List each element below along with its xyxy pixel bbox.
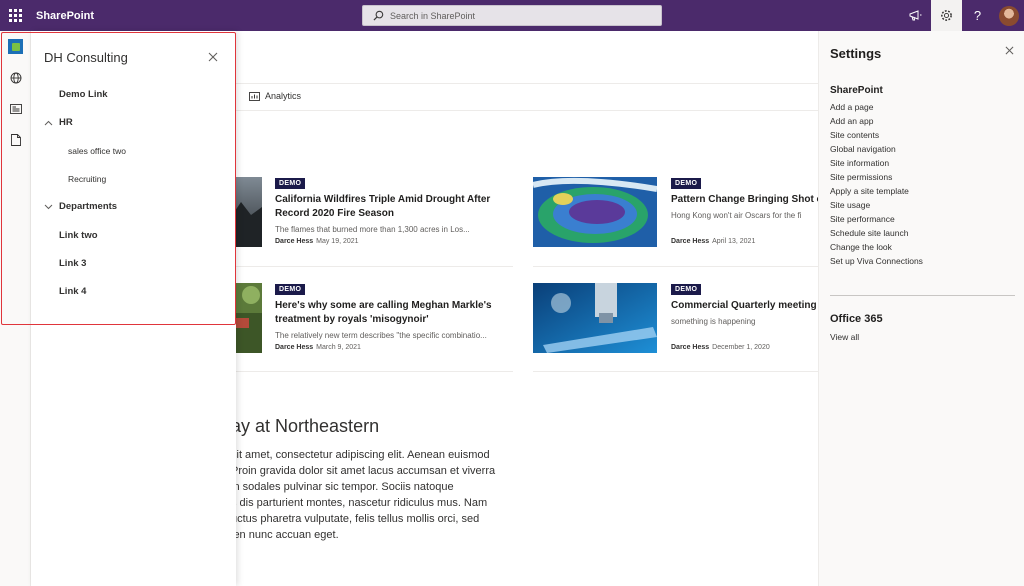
news-author[interactable]: Darce Hess — [671, 344, 709, 351]
settings-link-site-usage[interactable]: Site usage — [830, 200, 870, 210]
settings-link-site-information[interactable]: Site information — [830, 158, 889, 168]
news-badge: DEMO — [671, 284, 702, 295]
waffle-icon[interactable] — [0, 0, 31, 31]
nav-item-hr[interactable]: HR — [59, 117, 73, 128]
analytics-label: Analytics — [265, 91, 302, 101]
help-icon[interactable]: ? — [962, 0, 993, 31]
news-thumbnail — [533, 283, 657, 353]
news-thumbnail — [533, 177, 657, 247]
news-date: March 9, 2021 — [316, 344, 361, 351]
news-title[interactable]: Here's why some are calling Meghan Markl… — [275, 299, 505, 327]
settings-link-site-performance[interactable]: Site performance — [830, 214, 895, 224]
settings-link-site-permissions[interactable]: Site permissions — [830, 172, 892, 182]
news-description: The relatively new term describes "the s… — [275, 331, 487, 340]
news-author[interactable]: Darce Hess — [275, 344, 313, 351]
globe-icon — [10, 72, 21, 83]
body-line: Proin gravida dolor sit amet lacus accum… — [231, 465, 496, 477]
chevron-up-icon[interactable] — [44, 120, 53, 126]
settings-link-viva-connections[interactable]: Set up Viva Connections — [830, 256, 923, 266]
news-badge: DEMO — [275, 178, 306, 189]
nav-item-sales-office-two[interactable]: sales office two — [68, 146, 126, 156]
settings-title: Settings — [830, 46, 882, 61]
nav-panel-title: DH Consulting — [44, 50, 128, 65]
suite-bar: SharePoint Search in SharePoint ? — [0, 0, 1024, 31]
site-logo-icon — [8, 39, 23, 54]
news-author[interactable]: Darce Hess — [275, 238, 313, 245]
news-divider — [231, 371, 513, 372]
news-description: something is happening — [671, 317, 756, 326]
gear-icon[interactable] — [931, 0, 962, 31]
nav-item-link-3[interactable]: Link 3 — [59, 258, 86, 269]
chevron-down-icon[interactable] — [44, 204, 53, 210]
settings-panel: Settings SharePoint Add a page Add an ap… — [818, 31, 1024, 586]
megaphone-icon[interactable] — [900, 0, 931, 31]
avatar-button[interactable] — [993, 0, 1024, 31]
news-item[interactable]: DEMO Pattern Change Bringing Shot o Hong… — [533, 177, 819, 249]
news-date: December 1, 2020 — [712, 344, 770, 351]
app-rail — [0, 31, 31, 586]
news-badge: DEMO — [275, 284, 306, 295]
nav-item-departments[interactable]: Departments — [59, 201, 117, 212]
news-date: April 13, 2021 — [712, 238, 756, 245]
news-badge: DEMO — [671, 178, 702, 189]
news-description: The flames that burned more than 1,300 a… — [275, 225, 470, 234]
settings-link-add-app[interactable]: Add an app — [830, 116, 873, 126]
nav-item-demo-link[interactable]: Demo Link — [59, 89, 108, 100]
avatar — [998, 5, 1019, 26]
news-icon — [9, 103, 22, 114]
search-input[interactable]: Search in SharePoint — [362, 5, 662, 26]
news-title[interactable]: Pattern Change Bringing Shot o — [671, 193, 819, 207]
section-heading: ay at Northeastern — [231, 416, 380, 436]
news-item[interactable]: DEMO California Wildfires Triple Amid Dr… — [231, 177, 521, 249]
settings-section-office: Office 365 — [830, 313, 883, 325]
settings-link-schedule-site-launch[interactable]: Schedule site launch — [830, 228, 908, 238]
settings-section-sharepoint: SharePoint — [830, 85, 883, 96]
settings-link-change-look[interactable]: Change the look — [830, 242, 892, 252]
nav-item-recruiting[interactable]: Recruiting — [68, 174, 106, 184]
body-line: sit amet, consectetur adipiscing elit. A… — [231, 449, 490, 461]
analytics-button[interactable]: Analytics — [249, 91, 301, 101]
news-divider — [231, 266, 513, 267]
body-line: ien nunc accuan eget. — [231, 529, 339, 541]
close-icon[interactable] — [208, 52, 218, 62]
news-item[interactable]: DEMO Commercial Quarterly meeting c some… — [533, 283, 819, 355]
rail-home[interactable] — [0, 31, 31, 62]
nav-item-link-4[interactable]: Link 4 — [59, 286, 86, 297]
analytics-icon — [249, 91, 260, 101]
settings-link-apply-site-template[interactable]: Apply a site template — [830, 186, 909, 196]
settings-divider — [830, 295, 1015, 296]
news-date: May 19, 2021 — [316, 238, 359, 245]
rail-files[interactable] — [0, 124, 31, 155]
navigation-panel: DH Consulting Demo Link HR sales office … — [31, 31, 236, 586]
search-icon — [373, 10, 384, 21]
news-author[interactable]: Darce Hess — [671, 238, 709, 245]
news-title[interactable]: Commercial Quarterly meeting c — [671, 299, 819, 313]
news-divider — [533, 266, 819, 267]
nav-item-link-two[interactable]: Link two — [59, 230, 98, 241]
news-divider — [533, 371, 819, 372]
body-line: s dis parturient montes, nascetur ridicu… — [231, 497, 488, 509]
settings-link-site-contents[interactable]: Site contents — [830, 130, 879, 140]
app-name[interactable]: SharePoint — [36, 10, 94, 22]
rail-news[interactable] — [0, 93, 31, 124]
body-line: uctus pharetra vulputate, felis tellus m… — [231, 513, 480, 525]
news-title[interactable]: California Wildfires Triple Amid Drought… — [275, 193, 505, 221]
news-item[interactable]: DEMO Here's why some are calling Meghan … — [231, 283, 521, 355]
settings-link-global-navigation[interactable]: Global navigation — [830, 144, 896, 154]
body-line: in sodales pulvinar sic tempor. Sociis n… — [231, 481, 454, 493]
body-text: sit amet, consectetur adipiscing elit. A… — [231, 447, 531, 543]
search-placeholder: Search in SharePoint — [390, 10, 476, 21]
rail-globe[interactable] — [0, 62, 31, 93]
news-description: Hong Kong won't air Oscars for the fi — [671, 211, 802, 220]
document-icon — [10, 133, 21, 146]
settings-link-add-page[interactable]: Add a page — [830, 102, 873, 112]
settings-link-view-all[interactable]: View all — [830, 332, 859, 342]
close-icon[interactable] — [1005, 46, 1014, 55]
